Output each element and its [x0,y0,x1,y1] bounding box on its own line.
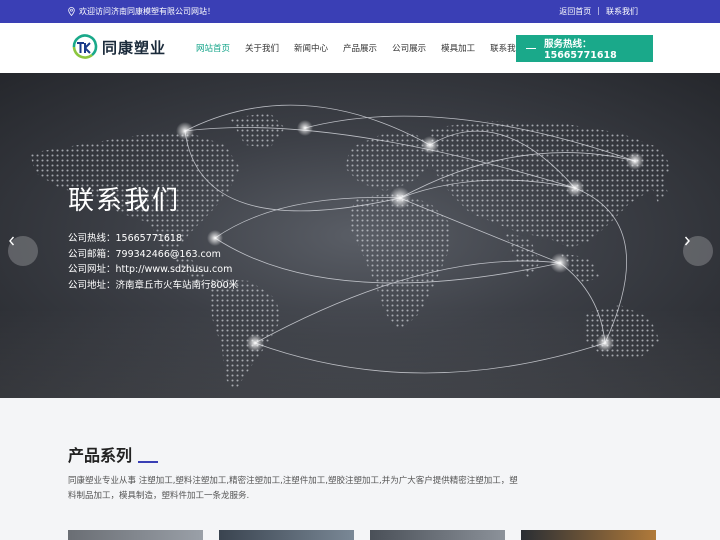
products-title: 产品系列 [68,446,133,465]
slider-next-button[interactable] [683,236,713,266]
contact-phone: 公司热线：15665771618 [68,233,182,244]
product-thumbnail[interactable] [219,530,354,540]
product-thumbnail[interactable] [521,530,656,540]
top-bar: 欢迎访问济南同康模塑有限公司网站！ 返回首页 | 联系我们 [0,0,720,23]
chevron-left-icon [9,236,15,246]
nav-item-home[interactable]: 网站首页 [196,42,230,54]
main-nav: 网站首页 关于我们 新闻中心 产品展示 公司展示 模具加工 联系我们 [196,23,539,73]
hero-banner: 联系我们 公司热线：15665771618 公司邮箱：799342466@163… [0,73,720,398]
site-logo[interactable]: 同康塑业 [68,33,166,61]
location-pin-icon [68,7,75,16]
product-thumbnails [68,530,656,540]
welcome-message: 欢迎访问济南同康模塑有限公司网站！ [68,6,215,17]
nav-item-company[interactable]: 公司展示 [392,42,426,54]
products-heading: 产品系列 [68,442,159,466]
product-thumbnail[interactable] [68,530,203,540]
top-links: 返回首页 | 联系我们 [559,6,638,17]
dash-icon [526,47,536,50]
hotline-text: 服务热线：15665771618 [543,39,617,61]
nav-item-mold[interactable]: 模具加工 [441,42,475,54]
nav-item-products[interactable]: 产品展示 [343,42,377,54]
product-thumbnail[interactable] [370,530,505,540]
contact-link[interactable]: 联系我们 [606,6,638,17]
contact-email: 公司邮箱：799342466@163.com [68,248,221,260]
link-separator: | [597,6,600,15]
products-section: 产品系列 同康塑业专业从事 注塑加工,塑料注塑加工,精密注塑加工,注塑件加工,塑… [0,398,720,540]
contact-website: 公司网址：http://www.sdzhusu.com [68,264,233,275]
banner-fade [0,308,720,398]
title-underline [138,461,159,463]
site-header: 同康塑业 网站首页 关于我们 新闻中心 产品展示 公司展示 模具加工 联系我们 … [0,23,720,73]
products-description: 同康塑业专业从事 注塑加工,塑料注塑加工,精密注塑加工,注塑件加工,塑胶注塑加工… [68,476,518,501]
nav-item-news[interactable]: 新闻中心 [294,42,328,54]
back-home-link[interactable]: 返回首页 [559,6,591,17]
contact-address: 公司地址：济南章丘市火车站南行800米 [68,279,239,291]
welcome-text: 欢迎访问济南同康模塑有限公司网站！ [79,7,215,16]
logo-text: 同康塑业 [102,38,167,57]
contact-info: 公司热线：15665771618 公司邮箱：799342466@163.com … [68,231,238,293]
banner-title: 联系我们 [68,186,181,216]
logo-mark-icon [72,34,98,59]
chevron-right-icon [684,236,690,246]
slider-prev-button[interactable] [8,236,38,266]
service-hotline-button[interactable]: 服务热线：15665771618 [516,35,653,62]
nav-item-about[interactable]: 关于我们 [245,42,279,54]
